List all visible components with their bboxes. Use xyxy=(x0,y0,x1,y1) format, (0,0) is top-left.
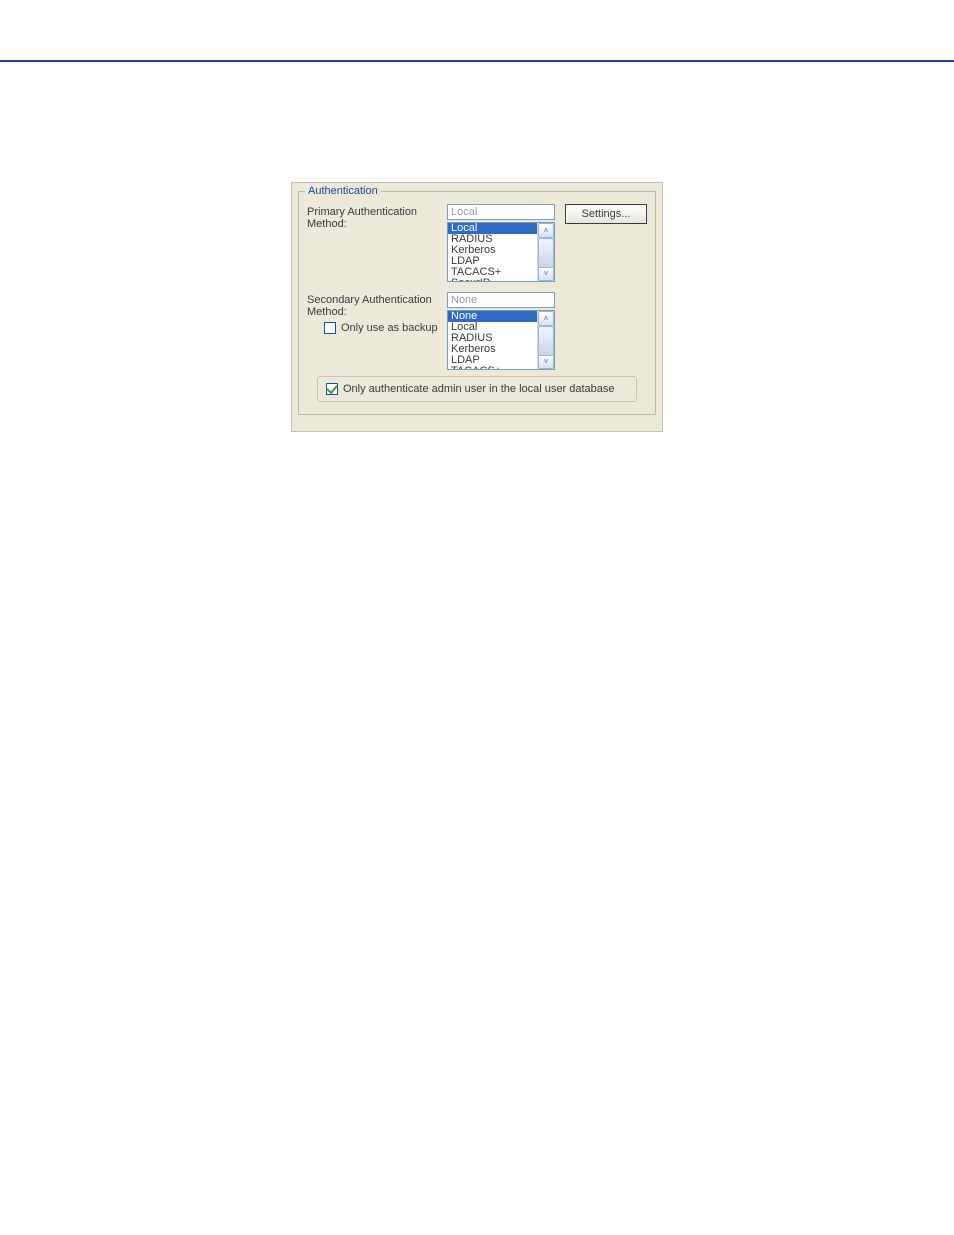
scroll-up-icon[interactable]: ˄ xyxy=(538,311,554,326)
document-page: Authentication Primary Authentication Me… xyxy=(0,60,954,432)
backup-checkbox-label: Only use as backup xyxy=(341,322,438,334)
admin-only-checkbox[interactable] xyxy=(326,383,338,395)
primary-auth-listbox[interactable]: Local RADIUS Kerberos LDAP TACACS+ Secur… xyxy=(447,222,555,282)
admin-only-label: Only authenticate admin user in the loca… xyxy=(343,383,615,395)
primary-auth-textbox[interactable]: Local xyxy=(447,204,555,220)
scroll-thumb[interactable] xyxy=(538,238,554,268)
backup-checkbox[interactable] xyxy=(324,322,336,334)
secondary-auth-textbox-value: None xyxy=(451,294,477,306)
list-item[interactable]: TACACS+ xyxy=(448,366,537,369)
primary-auth-label: Primary Authentication Method: xyxy=(307,204,447,230)
scroll-down-icon[interactable]: ˅ xyxy=(538,266,554,281)
primary-auth-listbox-items: Local RADIUS Kerberos LDAP TACACS+ Secur… xyxy=(448,223,537,281)
scroll-up-icon[interactable]: ˄ xyxy=(538,223,554,238)
secondary-auth-label: Secondary Authentication Method: xyxy=(307,294,447,318)
authentication-panel: Authentication Primary Authentication Me… xyxy=(291,182,663,432)
primary-auth-row: Primary Authentication Method: Local Loc… xyxy=(307,204,647,282)
primary-listbox-scrollbar[interactable]: ˄ ˅ xyxy=(537,223,554,281)
primary-auth-controls: Local Local RADIUS Kerberos LDAP TACACS+… xyxy=(447,204,555,282)
secondary-auth-left-col: Secondary Authentication Method: Only us… xyxy=(307,292,447,334)
primary-auth-textbox-value: Local xyxy=(451,206,477,218)
secondary-listbox-scrollbar[interactable]: ˄ ˅ xyxy=(537,311,554,369)
secondary-auth-controls: None None Local RADIUS Kerberos LDAP TAC… xyxy=(447,292,555,370)
secondary-auth-listbox-items: None Local RADIUS Kerberos LDAP TACACS+ xyxy=(448,311,537,369)
authentication-groupbox: Authentication Primary Authentication Me… xyxy=(298,191,656,415)
secondary-auth-textbox[interactable]: None xyxy=(447,292,555,308)
scroll-down-icon[interactable]: ˅ xyxy=(538,354,554,369)
secondary-auth-listbox[interactable]: None Local RADIUS Kerberos LDAP TACACS+ … xyxy=(447,310,555,370)
backup-checkbox-row: Only use as backup xyxy=(324,322,447,334)
list-item[interactable]: SecurID xyxy=(448,278,537,281)
secondary-auth-row: Secondary Authentication Method: Only us… xyxy=(307,292,647,370)
admin-only-box: Only authenticate admin user in the loca… xyxy=(317,376,637,402)
scroll-thumb[interactable] xyxy=(538,326,554,356)
scroll-track[interactable] xyxy=(538,238,554,266)
settings-button[interactable]: Settings... xyxy=(565,204,647,224)
scroll-track[interactable] xyxy=(538,326,554,354)
groupbox-legend: Authentication xyxy=(305,185,381,197)
